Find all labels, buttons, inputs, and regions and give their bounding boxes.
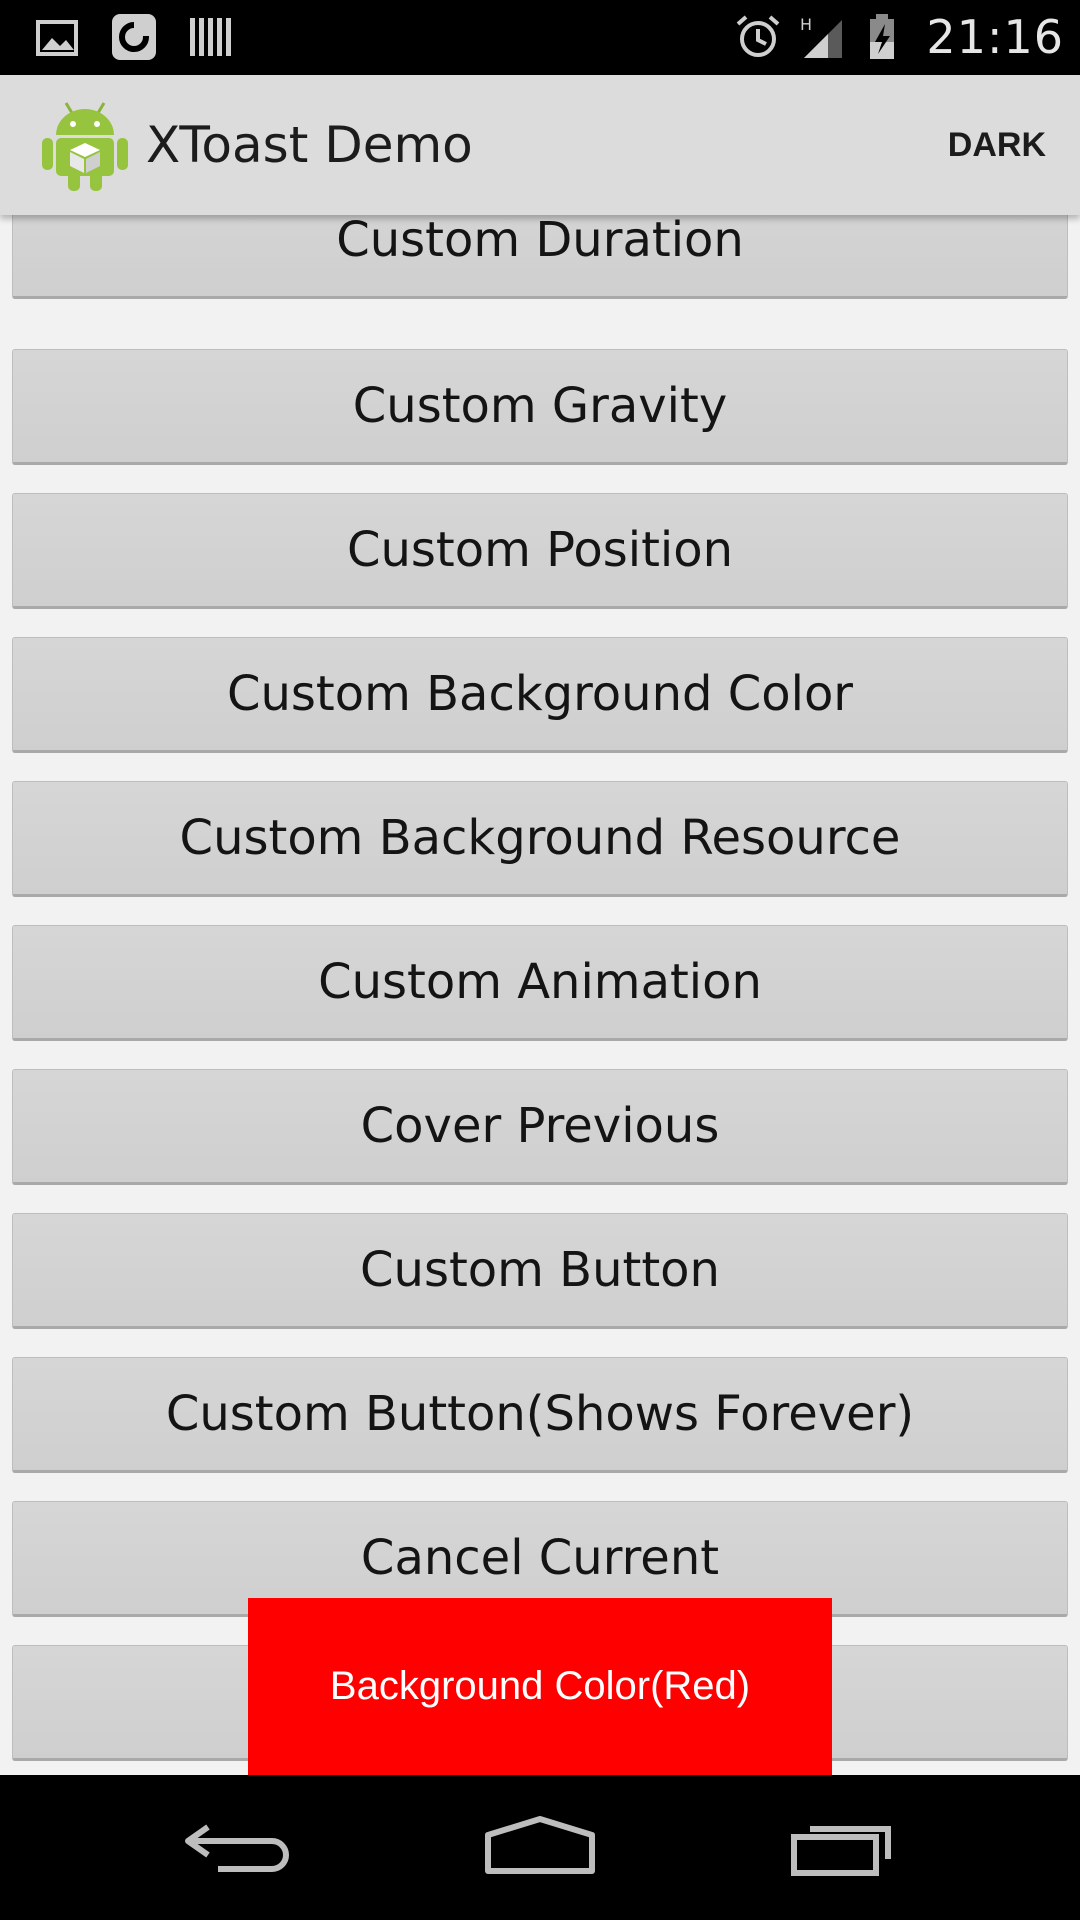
custom-background-resource-button[interactable]: Custom Background Resource xyxy=(12,781,1068,897)
navigation-bar xyxy=(0,1775,1080,1920)
battery-charging-icon xyxy=(870,14,895,59)
custom-animation-button[interactable]: Custom Animation xyxy=(12,925,1068,1041)
image-icon xyxy=(36,20,78,56)
alarm-icon xyxy=(737,15,780,57)
sync-icon xyxy=(112,14,156,60)
toast-text: Background Color(Red) xyxy=(329,1664,751,1708)
clock: 21:16 xyxy=(926,10,1064,64)
barcode-icon xyxy=(190,18,231,56)
dark-theme-button[interactable]: DARK xyxy=(948,75,1046,215)
svg-text:H: H xyxy=(800,15,812,34)
back-icon xyxy=(185,1824,289,1872)
custom-position-button[interactable]: Custom Position xyxy=(12,493,1068,609)
signal-icon: H xyxy=(800,15,843,58)
android-logo-icon xyxy=(42,102,128,191)
custom-background-color-button[interactable]: Custom Background Color xyxy=(12,637,1068,753)
action-bar: XToast Demo DARK xyxy=(0,75,1080,215)
home-icon xyxy=(485,1816,595,1874)
recents-icon xyxy=(791,1826,891,1876)
custom-gravity-button[interactable]: Custom Gravity xyxy=(12,349,1068,465)
back-button[interactable] xyxy=(180,1805,300,1885)
status-bar: H 21:16 xyxy=(0,0,1080,75)
custom-button-forever-button[interactable]: Custom Button(Shows Forever) xyxy=(12,1357,1068,1473)
recents-button[interactable] xyxy=(780,1805,900,1885)
button-list: Custom Duration Custom Gravity Custom Po… xyxy=(0,215,1080,1775)
cover-previous-button[interactable]: Cover Previous xyxy=(12,1069,1068,1185)
toast-message: Background Color(Red) xyxy=(248,1598,832,1775)
custom-button-button[interactable]: Custom Button xyxy=(12,1213,1068,1329)
app-title: XToast Demo xyxy=(146,116,473,174)
custom-duration-button[interactable]: Custom Duration xyxy=(12,215,1068,299)
home-button[interactable] xyxy=(480,1805,600,1885)
